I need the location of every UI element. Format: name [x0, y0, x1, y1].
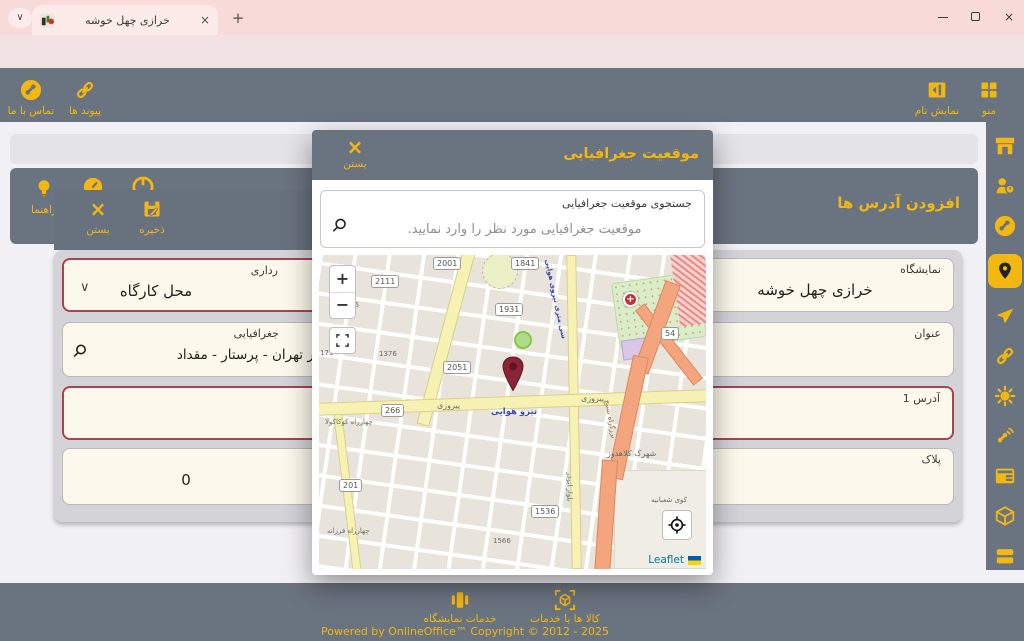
street-badge: 266	[381, 404, 404, 417]
browser-toolbar: ← → ↻ 40khoushe.hamsayab.com/ECS/Market/…	[0, 35, 1024, 68]
new-tab-button[interactable]: +	[228, 8, 248, 28]
market-field-label: نمایشگاه	[900, 263, 941, 276]
fullscreen-icon	[336, 334, 349, 347]
roundabout-green	[514, 331, 532, 349]
geo-location-modal: موقعیت جغرافیایی × بستن جستجوی موقعیت جغ…	[312, 130, 713, 575]
link-icon[interactable]	[993, 344, 1017, 368]
map-label: شهرک کلاهدوز	[607, 449, 656, 458]
window-minimize-button[interactable]	[930, 8, 956, 26]
search-icon	[72, 343, 88, 359]
menu-button[interactable]: منو	[960, 78, 1018, 117]
search-icon	[331, 217, 348, 234]
leaflet-map[interactable]: + 2001 1841 2111 1931 2051 266 201 1536 …	[319, 255, 706, 569]
exhibition-icon	[405, 589, 515, 611]
title-field-label: عنوان	[914, 327, 941, 340]
tab-title: خرازی چهل خوشه	[61, 14, 194, 27]
location-pin-icon[interactable]	[988, 254, 1022, 288]
map-label: کوی شعبانیه	[651, 496, 687, 504]
chevron-down-icon: ∨	[16, 12, 23, 23]
close-x-icon: ×	[72, 196, 124, 222]
storefront-icon[interactable]	[993, 134, 1017, 158]
street-badge: 1931	[495, 303, 523, 316]
browser-tab[interactable]: خرازی چهل خوشه ×	[32, 5, 218, 35]
address1-field-label: آدرس 1	[903, 392, 940, 405]
screen: ∨ خرازی چهل خوشه × + × ← → ↻ 40khoushe.h…	[0, 0, 1024, 641]
contact-card-icon[interactable]	[993, 174, 1017, 198]
map-label: چهارراه فرزانه	[327, 527, 370, 535]
menu-grid-icon	[960, 78, 1018, 102]
show-name-button[interactable]: نمایش نام	[908, 78, 966, 117]
plaque-field-label: پلاک	[922, 453, 941, 466]
map-label: بلوار ابوذر	[566, 472, 574, 501]
leaflet-link[interactable]: Leaflet	[648, 554, 684, 566]
exhibition-services-button[interactable]: خدمات نمایشگاه	[405, 589, 515, 625]
close-x-icon: ×	[334, 136, 376, 158]
save-floppy-icon	[126, 196, 178, 222]
modal-header: موقعیت جغرافیایی × بستن	[312, 130, 713, 180]
map-label: 1566	[493, 537, 511, 545]
zoom-control: + −	[329, 265, 356, 319]
street-badge: 1841	[511, 257, 539, 270]
phone-icon[interactable]	[993, 214, 1017, 238]
fullscreen-button[interactable]	[329, 327, 356, 354]
page-title: افزودن آدرس ها	[837, 194, 960, 212]
call-signal-icon[interactable]	[993, 424, 1017, 448]
plaque-field-value: 0	[63, 471, 309, 489]
zoom-out-button[interactable]: −	[330, 293, 355, 319]
tab-close-icon[interactable]: ×	[200, 13, 210, 27]
map-label: پیروزی	[581, 394, 604, 403]
window-maximize-button[interactable]	[962, 8, 988, 26]
links-button[interactable]: پیوند ها	[56, 78, 114, 117]
map-pin-marker[interactable]	[500, 356, 526, 392]
package-icon[interactable]	[993, 504, 1017, 528]
tab-search-button[interactable]: ∨	[8, 8, 32, 28]
site-navbar: منو نمایش نام	[0, 68, 1024, 122]
modal-title: موقعیت جغرافیایی	[563, 146, 699, 162]
sun-icon[interactable]	[993, 384, 1017, 408]
map-label: پیروزی	[437, 401, 460, 410]
street-badge: 2051	[443, 361, 471, 374]
site-footer: کالا ها یا خدمات خدمات نمایشگاه Powered …	[0, 583, 1024, 641]
favicon	[40, 13, 55, 28]
zoom-in-button[interactable]: +	[330, 266, 355, 293]
market-field-value: خرازی چهل خوشه	[677, 281, 953, 299]
goods-services-button[interactable]: کالا ها یا خدمات	[510, 589, 620, 625]
geo-search-input[interactable]	[351, 215, 698, 243]
sidebar-collapse-icon	[908, 78, 966, 102]
ukraine-flag-icon	[688, 556, 701, 565]
modal-close-button[interactable]: × بستن	[334, 136, 376, 170]
geo-search-box: جستجوی موقعیت جغرافیایی	[320, 190, 705, 248]
save-button[interactable]: ذخیره	[126, 196, 178, 236]
geo-search-label: جستجوی موقعیت جغرافیایی	[562, 197, 692, 210]
card-view-icon[interactable]	[993, 464, 1017, 488]
link-icon	[56, 78, 114, 102]
geo-field-label: جغرافیایی	[234, 327, 279, 340]
street-badge: 201	[339, 479, 362, 492]
street-badge: 2001	[433, 257, 461, 270]
side-nav	[986, 122, 1024, 570]
street-badge: 1536	[531, 505, 559, 518]
close-button[interactable]: × بستن	[72, 196, 124, 236]
copyright-text: Powered by OnlineOffice™ Copyright © 201…	[310, 625, 620, 638]
map-label: 1376	[379, 350, 397, 358]
window-close-button[interactable]: ×	[996, 8, 1022, 26]
send-icon[interactable]	[993, 304, 1017, 328]
map-attribution[interactable]: Leaflet	[648, 554, 701, 566]
road-abuzar	[566, 255, 581, 569]
locate-icon	[668, 516, 686, 534]
hospital-marker[interactable]: +	[623, 292, 638, 307]
usage-select-value: محل کارگاه	[64, 282, 248, 300]
list-bars-icon[interactable]	[993, 544, 1017, 568]
usage-select-label: رداری	[251, 264, 278, 277]
package-scan-icon	[510, 589, 620, 611]
map-label: نیرو هوایی	[491, 407, 537, 417]
map-label: چهارراه کوکاکولا	[325, 418, 373, 426]
map-label: سی متری نیروی هوایی	[543, 258, 568, 339]
locate-button[interactable]	[662, 510, 692, 540]
street-badge: 54	[661, 327, 679, 340]
contact-us-button[interactable]: تماس با ما	[2, 78, 60, 117]
browser-tab-strip: ∨ خرازی چهل خوشه × + ×	[0, 0, 1024, 35]
phone-icon	[2, 78, 60, 102]
street-badge: 2111	[371, 275, 399, 288]
